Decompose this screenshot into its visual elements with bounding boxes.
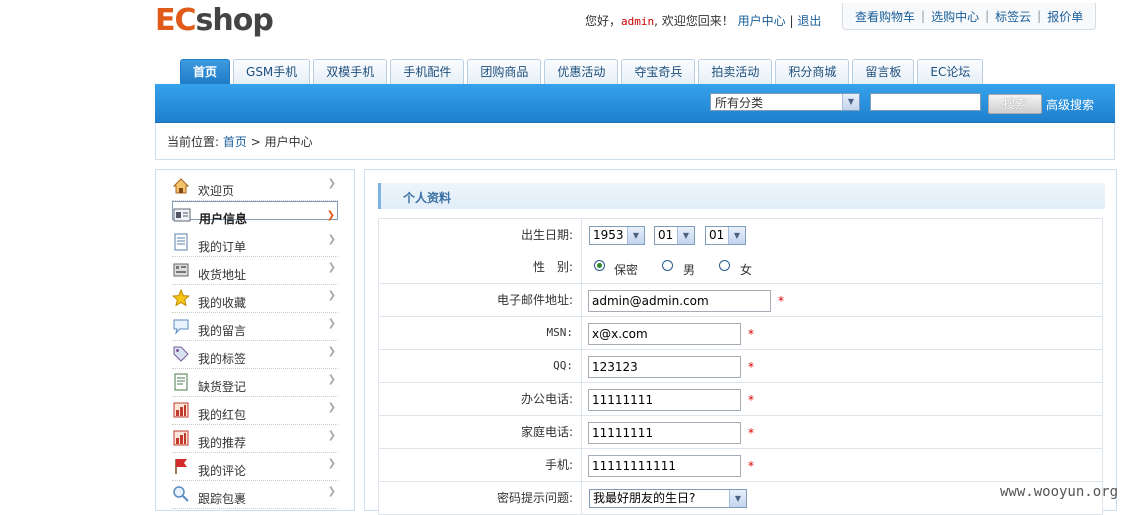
mobile-row: 手机: 11111111111 *	[378, 449, 1103, 482]
qq-row: QQ: 123123 *	[378, 350, 1103, 383]
chevron-right-icon: ❯	[327, 318, 336, 329]
speech-bubble-icon	[173, 319, 189, 335]
qq-field[interactable]: 123123	[588, 356, 741, 378]
chevron-right-icon: ❯	[327, 262, 336, 273]
chevron-right-icon: ❯	[327, 346, 336, 357]
sidebar-item-favorites[interactable]: 我的收藏 ❯	[172, 285, 338, 313]
birth-month-select[interactable]: 01 ▼	[654, 226, 695, 245]
tag-icon	[173, 346, 189, 362]
sidebar-item-recommend[interactable]: 我的推荐 ❯	[172, 425, 338, 453]
gender-male-radio[interactable]	[662, 260, 673, 271]
chart-icon	[173, 402, 189, 418]
office-phone-row: 办公电话: 11111111 *	[378, 383, 1103, 416]
gender-female-radio[interactable]	[719, 260, 730, 271]
advanced-search-link[interactable]: 高级搜索	[1046, 96, 1094, 113]
home-phone-row: 家庭电话: 11111111 *	[378, 416, 1103, 449]
sidebar-item-messages[interactable]: 我的留言 ❯	[172, 313, 338, 341]
welcome-message: 您好，admin, 欢迎您回来！ 用户中心 | 退出	[585, 14, 822, 28]
chevron-right-icon: ❯	[327, 402, 336, 413]
main-nav: 首页 GSM手机 双模手机 手机配件 团购商品 优惠活动 夺宝奇兵 拍卖活动 积…	[180, 59, 986, 84]
gender-row: 性 别: 保密 男 女	[378, 251, 1103, 284]
msn-row: MSN: x@x.com *	[378, 317, 1103, 350]
address-book-icon	[173, 263, 189, 277]
watermark: www.wooyun.org	[1000, 484, 1119, 500]
password-question-row: 密码提示问题: 我最好朋友的生日? ▼	[378, 482, 1103, 515]
nav-tab-snatch[interactable]: 夺宝奇兵	[621, 59, 696, 84]
chevron-right-icon: ❯	[327, 486, 336, 497]
sidebar-item-welcome[interactable]: 欢迎页 ❯	[172, 173, 338, 201]
mobile-field[interactable]: 11111111111	[588, 455, 741, 477]
nav-tab-forum[interactable]: EC论坛	[917, 59, 984, 84]
pick-center-link[interactable]: 选购中心	[925, 8, 985, 25]
sidebar-item-comments[interactable]: 我的评论 ❯	[172, 453, 338, 481]
birth-day-select[interactable]: 01 ▼	[705, 226, 746, 245]
nav-tab-points-mall[interactable]: 积分商城	[775, 59, 850, 84]
top-links: 查看购物车 | 选购中心 | 标签云 | 报价单	[842, 3, 1097, 30]
nav-tab-promotions[interactable]: 优惠活动	[544, 59, 619, 84]
nav-tab-home[interactable]: 首页	[180, 59, 231, 84]
site-logo[interactable]: ECshop	[155, 3, 274, 38]
nav-tab-dual-mode[interactable]: 双模手机	[313, 59, 388, 84]
chevron-right-icon: ❯	[327, 374, 336, 385]
nav-tab-gsm[interactable]: GSM手机	[233, 59, 311, 84]
email-row: 电子邮件地址: admin@admin.com *	[378, 284, 1103, 317]
msn-field[interactable]: x@x.com	[588, 323, 741, 345]
birth-year-select[interactable]: 1953 ▼	[589, 226, 645, 245]
email-field[interactable]: admin@admin.com	[588, 290, 771, 312]
chevron-right-icon: ❯	[327, 430, 336, 441]
chevron-right-icon: ❯	[327, 458, 336, 469]
home-icon	[172, 178, 190, 194]
chart-icon	[173, 430, 189, 446]
flag-icon	[175, 459, 187, 474]
list-icon	[174, 373, 188, 391]
birthday-row: 出生日期: 1953 ▼ 01 ▼ 01 ▼	[378, 218, 1103, 252]
sidebar-item-orders[interactable]: 我的订单 ❯	[172, 229, 338, 257]
search-icon	[173, 486, 189, 502]
sidebar-item-out-of-stock[interactable]: 缺货登记 ❯	[172, 369, 338, 397]
nav-tab-auction[interactable]: 拍卖活动	[698, 59, 773, 84]
category-select[interactable]: 所有分类 ▼	[710, 93, 860, 111]
sidebar-item-tags[interactable]: 我的标签 ❯	[172, 341, 338, 369]
sidebar-item-user-info[interactable]: 用户信息 ❯	[172, 201, 338, 226]
chevron-right-icon: ❯	[327, 178, 336, 189]
chevron-right-icon: ❯	[327, 290, 336, 301]
chevron-down-icon: ▼	[842, 94, 859, 110]
user-sidebar: 欢迎页 ❯ 用户信息 ❯ 我的订单 ❯ 收货地址 ❯ 我的收藏 ❯ 我的留言 ❯ 我的标签 ❯…	[155, 169, 355, 511]
search-input[interactable]	[870, 93, 981, 111]
chevron-right-icon: ❯	[326, 210, 335, 221]
chevron-down-icon: ▼	[728, 227, 745, 244]
chevron-right-icon: ❯	[327, 234, 336, 245]
nav-tab-message-board[interactable]: 留言板	[852, 59, 915, 84]
gender-secret-radio[interactable]	[594, 260, 605, 271]
star-icon	[172, 289, 190, 307]
office-phone-field[interactable]: 11111111	[588, 389, 741, 411]
profile-title: 个人资料	[403, 191, 452, 205]
nav-tab-accessories[interactable]: 手机配件	[390, 59, 465, 84]
sidebar-item-bonus[interactable]: 我的红包 ❯	[172, 397, 338, 425]
logout-link[interactable]: 退出	[797, 14, 821, 28]
password-question-select[interactable]: 我最好朋友的生日? ▼	[589, 489, 747, 508]
user-center-link[interactable]: 用户中心	[738, 14, 786, 28]
search-button[interactable]: 搜索	[988, 94, 1042, 114]
breadcrumb-home[interactable]: 首页	[223, 135, 247, 149]
cart-link[interactable]: 查看购物车	[849, 8, 921, 25]
nav-tab-group-buy[interactable]: 团购商品	[467, 59, 542, 84]
tag-cloud-link[interactable]: 标签云	[989, 8, 1037, 25]
chevron-down-icon: ▼	[729, 490, 746, 507]
quotation-link[interactable]: 报价单	[1041, 8, 1089, 25]
username: admin	[621, 15, 655, 28]
sidebar-item-address[interactable]: 收货地址 ❯	[172, 257, 338, 285]
home-phone-field[interactable]: 11111111	[588, 422, 741, 444]
profile-header: 个人资料	[378, 183, 1105, 209]
chevron-down-icon: ▼	[627, 227, 644, 244]
sidebar-item-track-package[interactable]: 跟踪包裹 ❯	[172, 481, 338, 509]
breadcrumb: 当前位置: 首页 > 用户中心	[167, 135, 313, 149]
document-icon	[174, 233, 188, 251]
id-card-icon	[173, 208, 191, 222]
chevron-down-icon: ▼	[677, 227, 694, 244]
